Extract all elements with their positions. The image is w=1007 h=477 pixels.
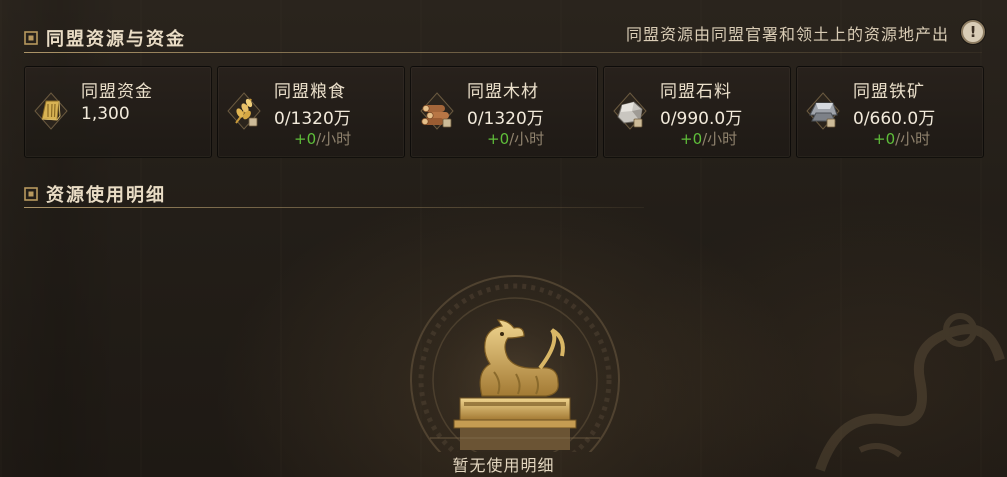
rate-value: +0: [680, 130, 703, 148]
gold-ingot-icon: [34, 92, 68, 130]
resource-amount: 0/990.0万: [660, 109, 743, 129]
knot-ornament-icon: [24, 187, 38, 201]
resource-rate: +0/小时: [873, 128, 930, 149]
section-divider: [24, 207, 644, 208]
resource-name: 同盟资金: [81, 82, 153, 102]
resource-name: 同盟铁矿: [853, 82, 925, 102]
rate-unit: /小时: [895, 130, 931, 148]
stone-icon: [613, 92, 647, 130]
resource-rate: +0/小时: [487, 128, 544, 149]
rate-value: +0: [873, 130, 896, 148]
resource-name: 同盟石料: [660, 82, 732, 102]
info-icon[interactable]: !: [961, 20, 985, 44]
resource-cards: 同盟资金 1,300 同盟粮食 0/1320万 +0/小时 同盟木材 0/132…: [24, 66, 984, 158]
rate-unit: /小时: [316, 130, 352, 148]
resources-section-title: 同盟资源与资金: [46, 29, 186, 50]
usage-section-title: 资源使用明细: [46, 185, 166, 206]
resource-amount: 1,300: [81, 104, 130, 124]
resource-amount: 0/1320万: [467, 109, 544, 129]
resource-name: 同盟木材: [467, 82, 539, 102]
resources-section-header: 同盟资源与资金: [24, 24, 186, 52]
resource-card-iron: 同盟铁矿 0/660.0万 +0/小时: [796, 66, 984, 158]
rate-value: +0: [294, 130, 317, 148]
rate-unit: /小时: [702, 130, 738, 148]
resource-name: 同盟粮食: [274, 82, 346, 102]
iron-ore-icon: [806, 92, 840, 130]
grain-icon: [227, 92, 261, 130]
dragon-watermark-icon: [815, 313, 1005, 472]
dragon-seal-emblem-icon: [409, 274, 621, 452]
alliance-resources-panel: 同盟资源与资金 同盟资源由同盟官署和领土上的资源地产出 ! 同盟资金 1,300: [0, 0, 1007, 477]
wood-logs-icon: [420, 92, 454, 130]
resource-source-info-text: 同盟资源由同盟官署和领土上的资源地产出: [625, 25, 949, 44]
resource-rate: +0/小时: [680, 128, 737, 149]
resource-amount: 0/660.0万: [853, 109, 936, 129]
resource-card-wood: 同盟木材 0/1320万 +0/小时: [410, 66, 598, 158]
usage-section-header: 资源使用明细: [24, 180, 166, 208]
empty-state-text: 暂无使用明细: [452, 456, 555, 475]
rate-unit: /小时: [509, 130, 545, 148]
resource-amount: 0/1320万: [274, 109, 351, 129]
section-divider: [24, 52, 982, 53]
resource-card-stone: 同盟石料 0/990.0万 +0/小时: [603, 66, 791, 158]
resource-rate: +0/小时: [294, 128, 351, 149]
knot-ornament-icon: [24, 31, 38, 45]
rate-value: +0: [487, 130, 510, 148]
resource-card-funds: 同盟资金 1,300: [24, 66, 212, 158]
resource-card-grain: 同盟粮食 0/1320万 +0/小时: [217, 66, 405, 158]
